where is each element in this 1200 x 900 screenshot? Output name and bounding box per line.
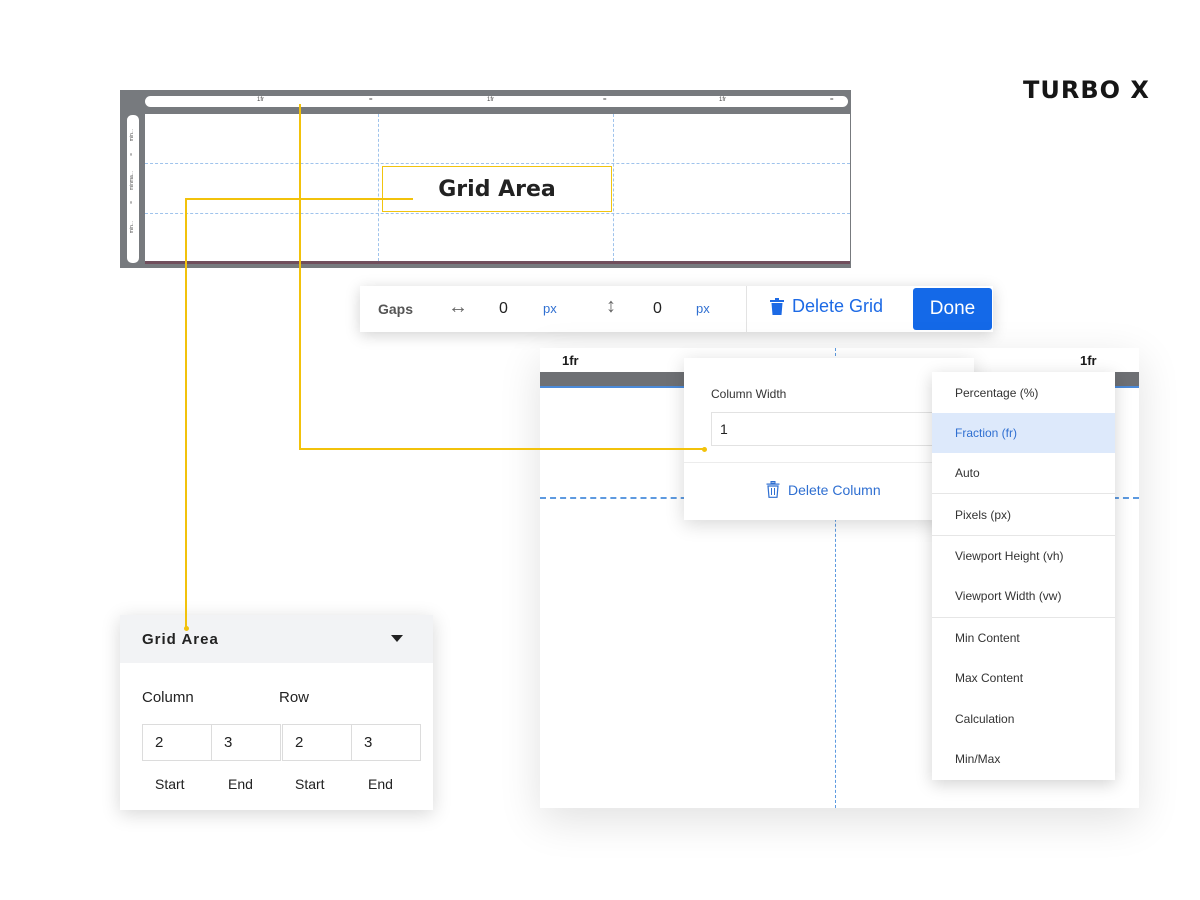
delete-grid-button[interactable]: Delete Grid (770, 296, 883, 317)
unit-option-percentage[interactable]: Percentage (%) (932, 373, 1115, 413)
horizontal-arrows-icon: ↔ (448, 296, 468, 318)
column-gap-handle[interactable]: = (369, 97, 373, 103)
popup-divider (684, 462, 974, 463)
column-width-popup: Column Width Delete Column (684, 358, 974, 520)
grid-area-title: Grid Area (142, 630, 219, 648)
grid-editor: 1fr = 1fr = 1fr = min... = minma... = mi… (120, 90, 851, 268)
row-gap-handle[interactable]: = (129, 153, 135, 156)
column-start-input[interactable] (142, 724, 212, 761)
caret-down-icon[interactable] (391, 635, 403, 642)
horizontal-gap-unit[interactable]: px (543, 301, 557, 316)
unit-option-viewport-width[interactable]: Viewport Width (vw) (932, 576, 1115, 616)
grid-canvas[interactable]: Grid Area (145, 114, 850, 264)
grid-area-header[interactable]: Grid Area (120, 615, 433, 663)
column-size-label[interactable]: 1fr (719, 97, 726, 103)
row-size-label[interactable]: min... (129, 129, 135, 141)
column-width-input[interactable] (711, 412, 951, 446)
trash-outline-icon (766, 481, 780, 498)
row-ruler[interactable]: min... = minma... = min... (127, 115, 139, 263)
connector-line (185, 198, 187, 629)
column-size-label[interactable]: 1fr (1080, 353, 1097, 368)
unit-option-pixels[interactable]: Pixels (px) (932, 495, 1115, 535)
row-end-input[interactable] (351, 724, 421, 761)
grid-area-cell[interactable]: Grid Area (382, 166, 612, 212)
row-start-input[interactable] (282, 724, 352, 761)
row-end-label: End (368, 776, 393, 792)
unit-dropdown: Percentage (%) Fraction (fr) Auto Pixels… (932, 372, 1115, 780)
column-divider (613, 114, 614, 261)
unit-option-calculation[interactable]: Calculation (932, 699, 1115, 739)
unit-option-fraction[interactable]: Fraction (fr) (932, 413, 1115, 453)
column-label: Column (142, 689, 194, 706)
delete-column-label: Delete Column (788, 481, 881, 498)
row-size-label[interactable]: minma... (129, 171, 135, 190)
column-end-label: End (228, 776, 253, 792)
toolbar-divider (746, 286, 747, 332)
column-gap-handle[interactable]: = (603, 97, 607, 103)
column-end-input[interactable] (211, 724, 281, 761)
column-size-label[interactable]: 1fr (562, 353, 579, 368)
row-gap-handle[interactable]: = (129, 201, 135, 204)
done-button[interactable]: Done (913, 288, 992, 330)
row-start-label: Start (295, 776, 325, 792)
gaps-label: Gaps (378, 301, 414, 317)
trash-icon (770, 298, 784, 315)
column-divider (378, 114, 379, 261)
delete-column-button[interactable]: Delete Column (766, 481, 881, 498)
unit-option-max-content[interactable]: Max Content (932, 658, 1115, 698)
unit-option-viewport-height[interactable]: Viewport Height (vh) (932, 536, 1115, 576)
connector-line (299, 104, 301, 450)
turbo-x-logo: TURBO X (1023, 76, 1150, 104)
column-width-label: Column Width (711, 387, 787, 401)
column-size-label[interactable]: 1fr (257, 97, 264, 103)
column-size-label[interactable]: 1fr (487, 97, 494, 103)
connector-dot (184, 626, 189, 631)
connector-line (299, 448, 705, 450)
connector-line (185, 198, 413, 200)
dropdown-divider (932, 493, 1115, 494)
row-divider (145, 213, 850, 214)
unit-option-min-content[interactable]: Min Content (932, 618, 1115, 658)
row-label: Row (279, 689, 310, 706)
vertical-gap-input[interactable]: 0 (653, 300, 662, 318)
horizontal-gap-input[interactable]: 0 (499, 300, 508, 318)
unit-option-min-max[interactable]: Min/Max (932, 739, 1115, 779)
delete-grid-label: Delete Grid (792, 296, 884, 316)
column-ruler[interactable]: 1fr = 1fr = 1fr = (145, 96, 848, 107)
row-size-label[interactable]: min... (129, 221, 135, 233)
gaps-toolbar: Gaps ↔ 0 px ↕ 0 px Delete Grid Done (360, 286, 993, 332)
unit-option-auto[interactable]: Auto (932, 453, 1115, 493)
vertical-gap-unit[interactable]: px (696, 301, 710, 316)
column-start-label: Start (155, 776, 185, 792)
column-gap-handle[interactable]: = (830, 97, 834, 103)
grid-area-panel: Grid Area Column Row Start End Start End (120, 615, 433, 810)
vertical-arrows-icon: ↕ (606, 295, 616, 317)
connector-dot (702, 447, 707, 452)
row-divider (145, 163, 850, 164)
